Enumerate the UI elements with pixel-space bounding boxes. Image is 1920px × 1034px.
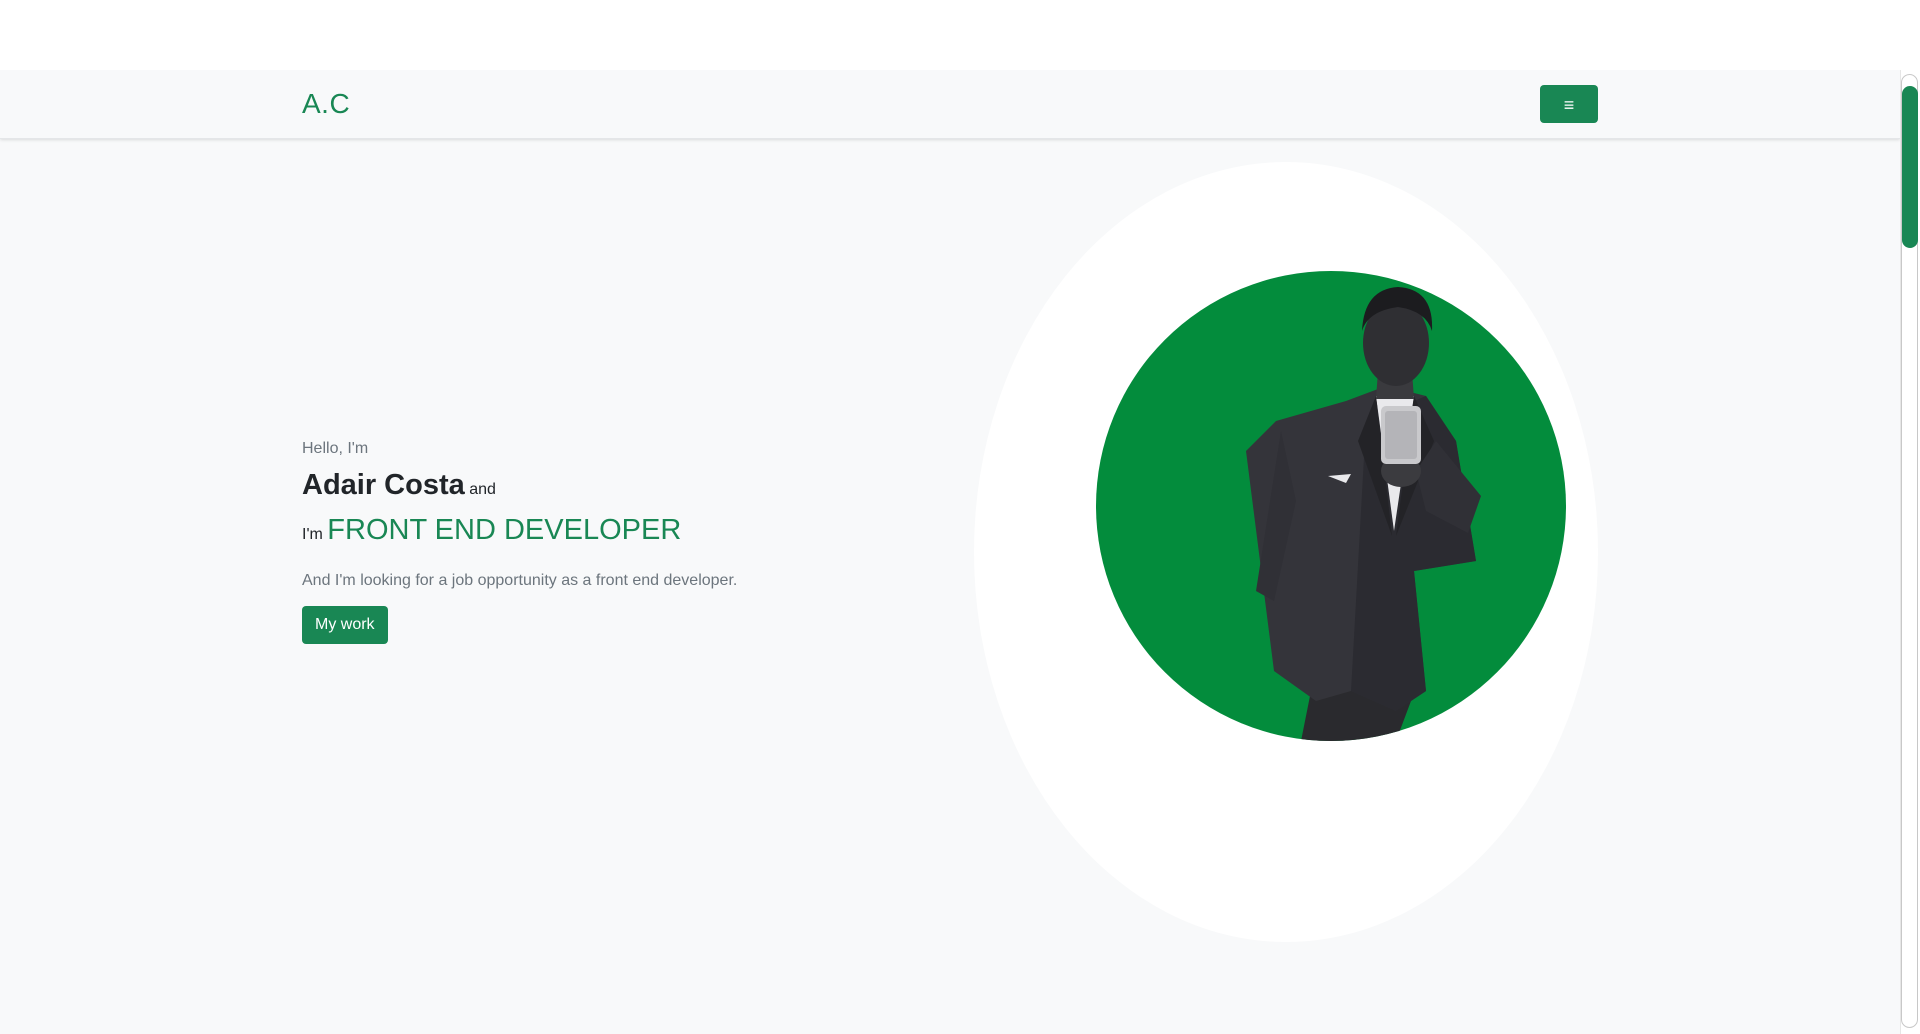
brand-logo[interactable]: A.C — [302, 88, 350, 120]
hero-intro: Hello, I'm Adair Costa and I'm FRONT END… — [302, 440, 737, 644]
hamburger-menu-icon: ≡ — [1563, 95, 1575, 115]
person-silhouette-icon — [1246, 287, 1481, 741]
person-name: Adair Costa — [302, 469, 465, 501]
im-word: I'm — [302, 525, 323, 543]
my-work-button[interactable]: My work — [302, 605, 388, 644]
menu-toggle-button[interactable]: ≡ — [1540, 85, 1598, 123]
role-line: I'm FRONT END DEVELOPER — [302, 513, 737, 548]
role-title: FRONT END DEVELOPER — [327, 513, 682, 546]
page-scrollbar-thumb[interactable] — [1902, 86, 1918, 248]
profile-photo — [1096, 271, 1566, 741]
navbar: A.C ≡ — [0, 70, 1900, 139]
name-line: Adair Costa and — [302, 468, 737, 503]
greeting-text: Hello, I'm — [302, 440, 369, 457]
and-word: and — [469, 481, 496, 498]
page-viewport: A.C ≡ Hello, I'm Adair Costa and I'm FRO… — [0, 70, 1920, 1034]
tagline-text: And I'm looking for a job opportunity as… — [302, 571, 738, 589]
